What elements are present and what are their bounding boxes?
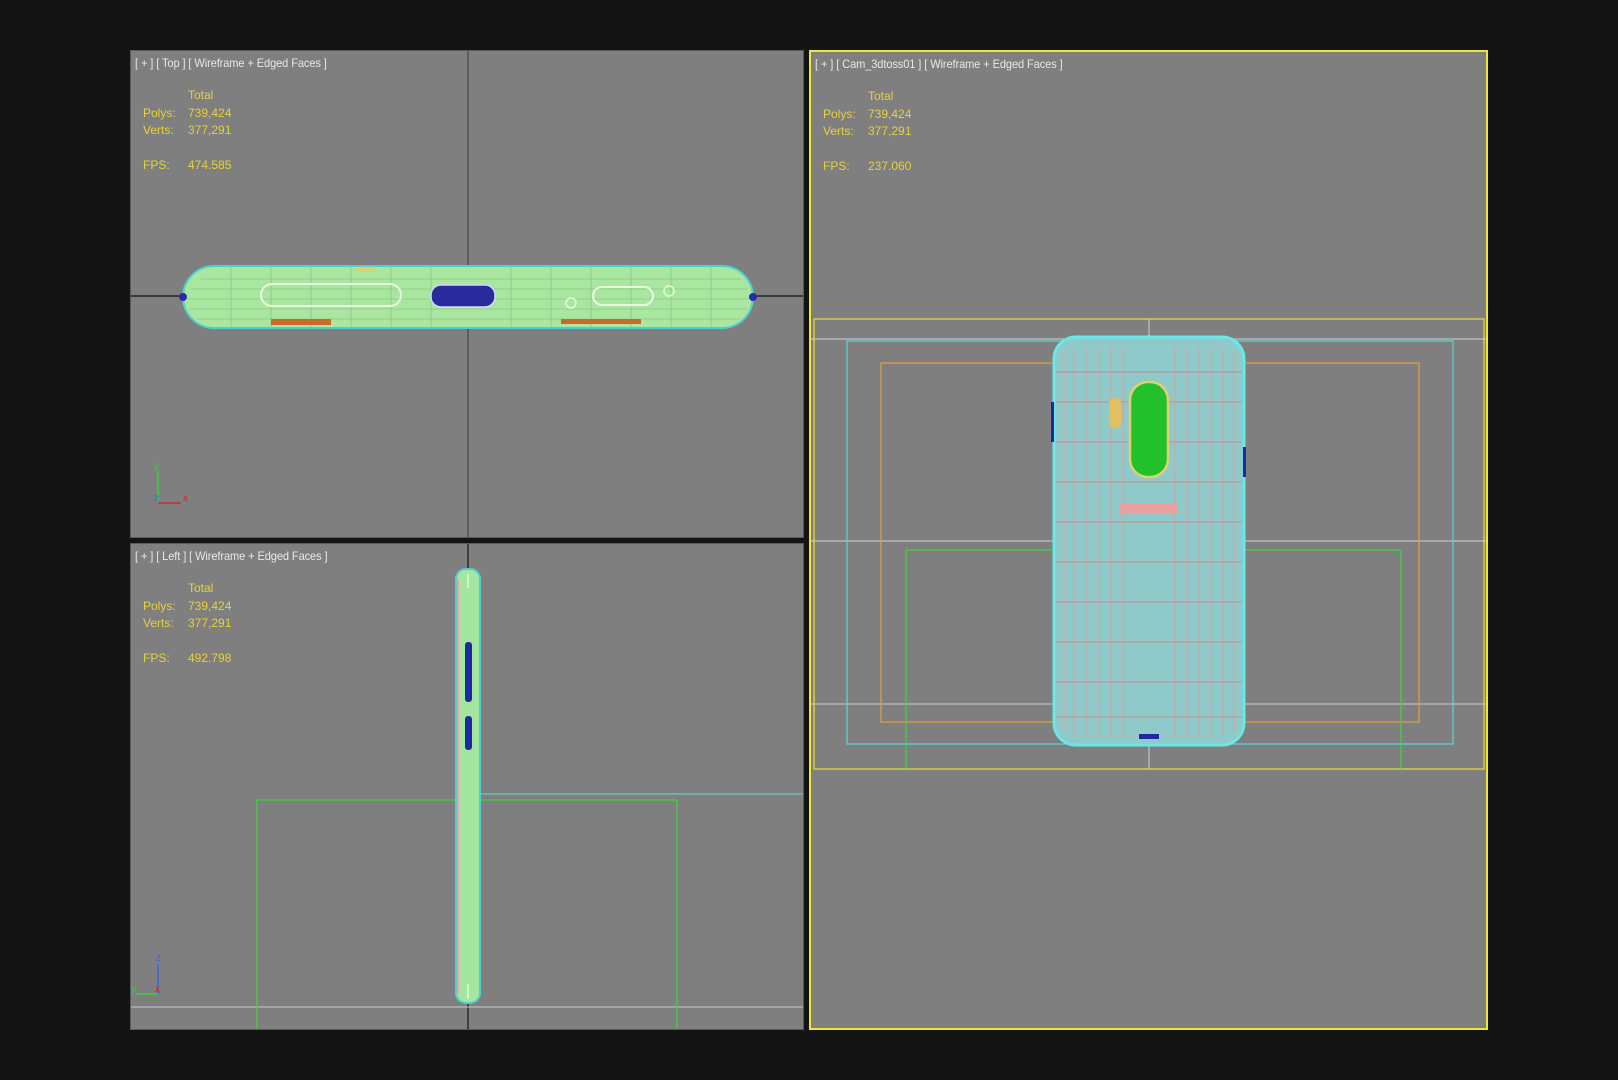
left-viewport[interactable]: z y x [ + ] [ Left ] [ Wireframe + Edged… — [130, 543, 804, 1030]
verts-value: 377,291 — [188, 123, 232, 137]
volume-button — [465, 642, 472, 702]
verts-value: 377,291 — [188, 616, 232, 630]
stats-overlay: Total Polys: 739,424 Verts: 377,291 FPS: 47… — [143, 87, 231, 175]
axis-z-label: z — [154, 493, 159, 504]
polys-label: Polys: — [823, 106, 856, 121]
axis-x-label: x — [155, 984, 160, 995]
top-viewport[interactable]: y z x [ + ] [ Top ] [ Wireframe + Edged … — [130, 50, 804, 538]
axis-tripod-left: z y x — [131, 953, 161, 995]
phone-side-wireframe[interactable] — [455, 568, 481, 1004]
axis-tripod-top: y z x — [154, 461, 188, 504]
polys-value: 739,424 — [868, 106, 912, 121]
viewport-label[interactable]: [ + ] [ Top ] [ Wireframe + Edged Faces … — [135, 56, 327, 70]
stats-total-label: Total — [188, 581, 214, 595]
left-view-scene: z y x — [131, 544, 803, 1029]
axis-y-label: y — [131, 984, 136, 995]
fps-label: FPS: — [143, 158, 170, 172]
axis-y-label: y — [154, 461, 159, 472]
viewport-label[interactable]: [ + ] [ Left ] [ Wireframe + Edged Faces… — [135, 549, 328, 563]
verts-label: Verts: — [143, 616, 174, 630]
verts-label: Verts: — [143, 123, 174, 137]
flash-unit — [1109, 398, 1121, 428]
polys-value: 739,424 — [188, 105, 232, 120]
polys-value: 739,424 — [188, 598, 232, 613]
camera-view-scene — [811, 318, 1486, 770]
top-view-scene: y z x — [131, 51, 803, 537]
verts-label: Verts: — [823, 124, 854, 138]
fps-value: 474.585 — [188, 158, 232, 172]
brand-logo — [1120, 504, 1178, 514]
axis-z-label: z — [156, 953, 161, 964]
stats-overlay: Total Polys: 739,424 Verts: 377,291 FPS: 23… — [823, 88, 911, 176]
viewport-label[interactable]: [ + ] [ Cam_3dtoss01 ] [ Wireframe + Edg… — [815, 57, 1063, 71]
bixby-button — [465, 716, 472, 750]
stats-overlay: Total Polys: 739,424 Verts: 377,291 FPS: 49… — [143, 580, 231, 668]
stats-total-label: Total — [868, 89, 894, 103]
fps-value: 492.798 — [188, 651, 232, 665]
fps-value: 237.060 — [868, 159, 912, 173]
fps-label: FPS: — [823, 159, 850, 173]
verts-value: 377,291 — [868, 124, 912, 138]
camera-module — [1128, 380, 1170, 479]
fps-label: FPS: — [143, 651, 170, 665]
axis-x-label: x — [183, 493, 188, 504]
polys-label: Polys: — [143, 598, 176, 613]
camera-viewport[interactable]: [ + ] [ Cam_3dtoss01 ] [ Wireframe + Edg… — [809, 50, 1488, 1030]
polys-label: Polys: — [143, 105, 176, 120]
phone-back-wireframe[interactable] — [1051, 335, 1246, 747]
stats-total-label: Total — [188, 88, 214, 102]
phone-top-wireframe[interactable] — [179, 265, 757, 329]
